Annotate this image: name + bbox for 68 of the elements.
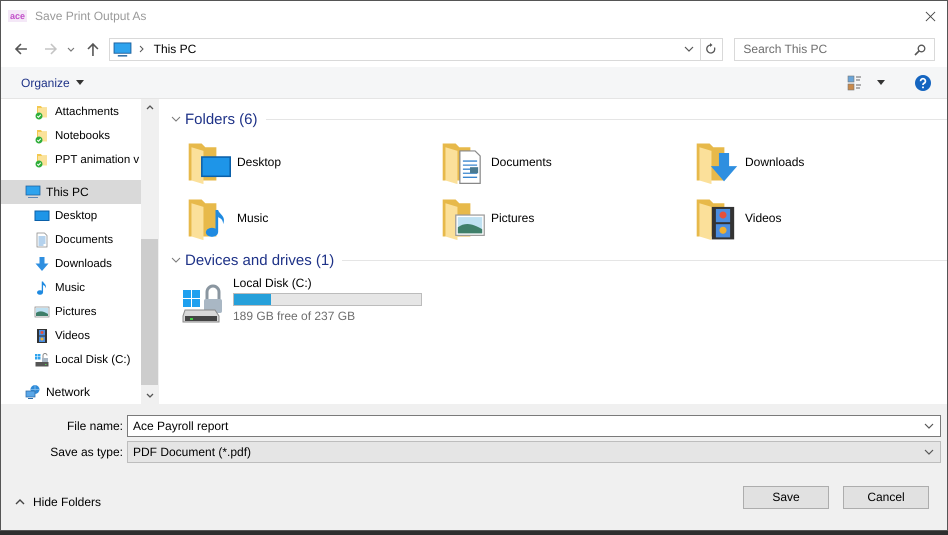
chevron-icon [15,499,25,505]
film-icon [34,328,50,344]
sidebar-item[interactable]: This PC [1,180,141,204]
sidebar-item[interactable]: Downloads [1,252,141,276]
chevron-icon [138,45,145,53]
folder-name[interactable]: Downloads [745,155,804,169]
section-title[interactable]: Folders (6) [185,110,258,128]
download-icon [34,256,50,272]
drive-icon [34,352,50,368]
close-icon[interactable] [925,10,936,22]
section-title[interactable]: Devices and drives (1) [185,252,334,268]
network-icon [25,384,41,400]
chevron-icon[interactable] [171,255,181,265]
folder-icon [34,104,50,120]
refresh-button[interactable] [700,38,724,60]
picture-icon [34,304,50,320]
search-field[interactable]: Search This PC [734,38,935,60]
dropdown-icon[interactable] [924,423,934,429]
save-button[interactable]: Save [743,486,829,508]
folder-icon [34,128,50,144]
dropdown-icon[interactable] [684,46,694,52]
sidebar-item[interactable]: Desktop [1,204,141,228]
hide-folders-button[interactable]: Hide Folders [1,495,102,509]
field-label: File name: [66,419,124,433]
help-icon[interactable] [915,74,931,90]
monitor-icon [34,208,50,224]
folder-name[interactable]: Pictures [491,211,534,225]
window-title: Save Print Output As [35,9,148,23]
scroll-up-icon[interactable] [146,105,154,110]
chevron-icon[interactable] [171,114,181,124]
sidebar-item[interactable]: Attachments [1,100,141,124]
folder-name[interactable]: Music [237,211,268,225]
sidebar-item[interactable]: Pictures [1,300,141,324]
app-logo: ace [8,10,28,22]
document-icon [34,232,50,248]
caret-icon[interactable] [877,80,885,85]
drive-name[interactable]: Local Disk (C:) [233,276,422,290]
computer-icon [112,42,132,56]
view-options-icon[interactable] [847,74,863,90]
field-label: Save as type: [49,445,124,459]
back-icon[interactable] [13,41,29,57]
folder-name[interactable]: Documents [491,155,552,169]
folder-icon [34,152,50,168]
scroll-thumb[interactable] [141,239,158,385]
dropdown-icon [924,449,934,455]
computer-icon [25,184,41,200]
sidebar-item[interactable]: Notebooks [1,124,141,148]
caret-icon [76,80,84,85]
sidebar-item[interactable]: Network [1,380,141,404]
file-type-dropdown[interactable]: PDF Document (*.pdf) [127,441,941,463]
sidebar-item[interactable]: Music [1,276,141,300]
refresh-icon [705,43,718,55]
sidebar-item[interactable]: PPT animation v [1,148,141,172]
scroll-down-icon[interactable] [146,393,154,398]
sidebar-item[interactable]: Videos [1,324,141,348]
organize-button[interactable]: Organize [13,74,92,92]
up-icon[interactable] [84,41,101,57]
folder-name[interactable]: Videos [745,211,782,225]
sidebar-item[interactable]: Local Disk (C:) [1,348,141,372]
sidebar-item[interactable]: Documents [1,228,141,252]
address-bar[interactable]: This PC [108,38,701,60]
breadcrumb[interactable]: This PC [154,42,684,56]
cancel-button[interactable]: Cancel [843,486,929,508]
folder-name[interactable]: Desktop [237,155,282,169]
search-icon[interactable] [914,44,926,56]
free-space-text: 189 GB free of 237 GB [233,309,356,323]
file-name-field[interactable]: Ace Payroll report [127,415,941,437]
scrollbar[interactable] [141,99,158,404]
